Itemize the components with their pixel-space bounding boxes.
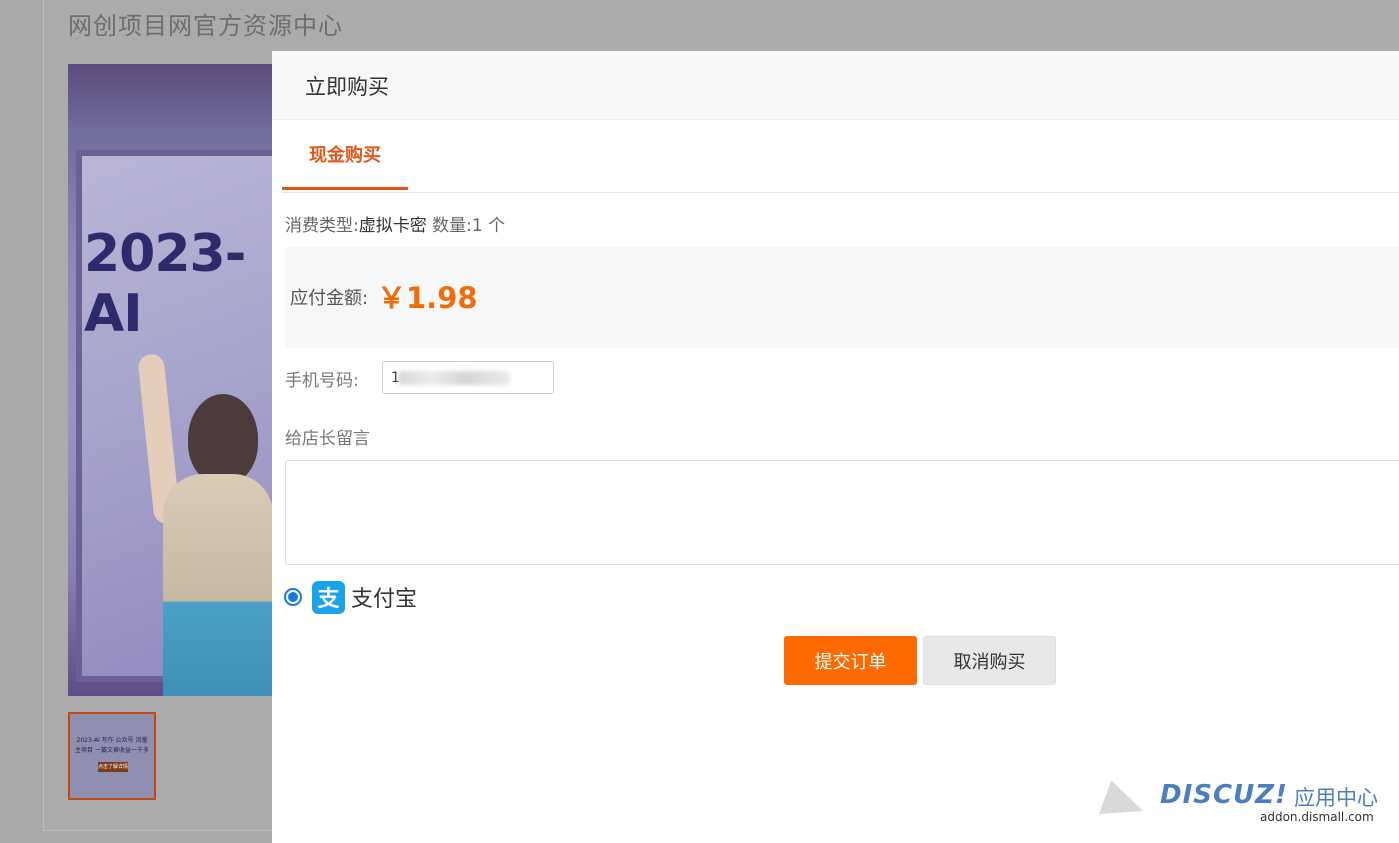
alipay-radio[interactable] [284,588,302,606]
thumbnail-text: 2023-AI 写作 公众号 流量主项目 一篇文章收益一千多 [75,737,149,754]
consume-type-label: 消费类型: [285,216,359,236]
watermark-url: addon.dismall.com [1260,810,1374,824]
note-label: 给店长留言 [285,429,370,449]
cancel-purchase-button[interactable]: 取消购买 [923,636,1056,685]
alipay-label: 支付宝 [351,587,418,612]
site-title: 网创项目网官方资源中心 [68,12,343,40]
product-hero-image: 2023-AI [68,64,272,696]
payment-method-alipay[interactable]: 支 支付宝 [284,579,417,615]
hero-text: 2023-AI [84,224,246,344]
quantity-value: 1 个 [471,216,506,236]
submit-order-button[interactable]: 提交订单 [784,636,917,685]
watermark-brand: DISCUZ! [1160,780,1288,810]
watermark-center: 应用中心 [1294,786,1378,810]
radio-selected-dot [288,592,298,602]
hero-person-body [163,474,272,696]
product-thumbnail[interactable]: 2023-AI 写作 公众号 流量主项目 一篇文章收益一千多 点击了解详情 [68,712,156,800]
phone-input[interactable] [382,361,554,394]
paper-plane-icon [1099,780,1149,828]
order-info: 消费类型:虚拟卡密 数量:1 个 [285,211,505,236]
quantity-label: 数量: [432,216,472,236]
alipay-icon: 支 [312,580,345,614]
hero-person-head [188,394,258,484]
tab-cash-purchase[interactable]: 现金购买 [282,120,408,190]
modal-title: 立即购买 [305,75,389,99]
phone-label: 手机号码: [285,371,359,391]
consume-type-value: 虚拟卡密 [358,216,427,236]
discuz-watermark: DISCUZ! 应用中心 addon.dismall.com [1099,778,1394,838]
amount-value: ￥1.98 [377,281,478,315]
thumbnail-button: 点击了解详情 [98,762,129,772]
purchase-modal: 立即购买 现金购买 消费类型:虚拟卡密 数量:1 个 应付金额: ￥1.98 手… [272,51,1399,843]
amount-box: 应付金额: ￥1.98 [285,247,1399,348]
note-textarea[interactable] [285,460,1399,565]
payment-tabs: 现金购买 [282,120,1399,193]
modal-header: 立即购买 [272,51,1399,120]
amount-label: 应付金额: [290,288,369,309]
